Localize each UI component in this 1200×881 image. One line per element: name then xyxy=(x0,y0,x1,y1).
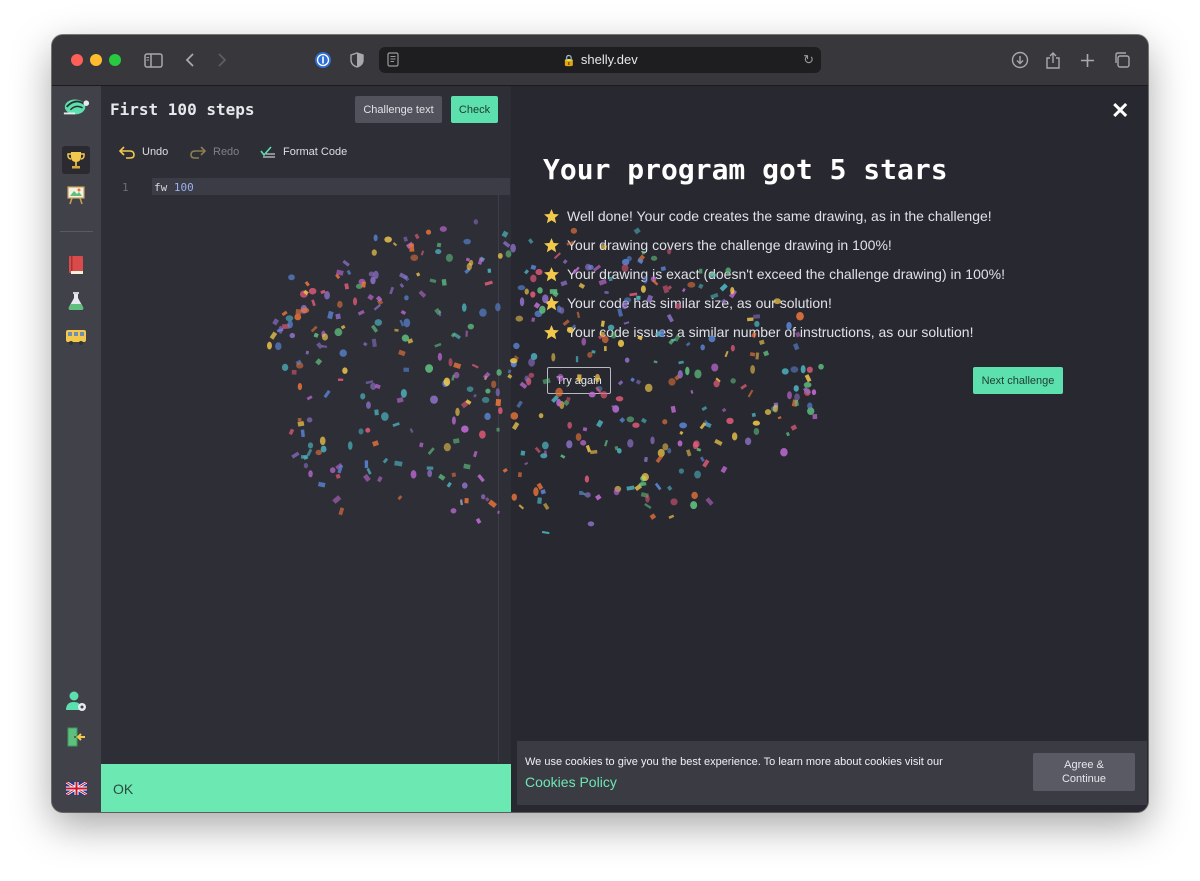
code-keyword: fw xyxy=(154,181,168,194)
star-item: Your drawing covers the challenge drawin… xyxy=(543,235,892,255)
check-button[interactable]: Check xyxy=(451,96,498,123)
url-text: shelly.dev xyxy=(580,52,638,67)
sidebar-divider xyxy=(60,231,93,232)
star-icon xyxy=(544,237,559,252)
share-icon[interactable] xyxy=(1042,49,1064,71)
editor-right-margin xyxy=(498,178,499,762)
cookie-message: We use cookies to give you the best expe… xyxy=(525,752,995,794)
code-line[interactable]: fw 100 xyxy=(154,181,194,194)
address-bar[interactable]: 🔒 shelly.dev ↻ xyxy=(379,47,821,73)
undo-button[interactable]: Undo xyxy=(119,144,168,160)
star-item: Your code issues a similar number of ins… xyxy=(543,322,973,342)
undo-icon xyxy=(119,146,135,159)
new-tab-icon[interactable] xyxy=(1076,49,1098,71)
turtle-logo-icon[interactable] xyxy=(62,92,90,120)
result-panel: ✕ Your program got 5 stars Well done! Yo… xyxy=(511,86,1148,812)
challenge-title: First 100 steps xyxy=(110,100,255,119)
bus-icon[interactable] xyxy=(62,323,90,351)
cookie-text: We use cookies to give you the best expe… xyxy=(525,756,943,768)
download-icon[interactable] xyxy=(1009,49,1031,71)
url-display: 🔒 shelly.dev xyxy=(379,52,821,67)
lock-icon: 🔒 xyxy=(562,55,576,67)
star-text: Your drawing is exact (doesn't exceed th… xyxy=(567,266,1005,282)
star-item: Your code has similar size, as our solut… xyxy=(543,293,832,313)
code-editor-panel: First 100 steps Challenge text Check Und… xyxy=(101,86,511,812)
star-icon xyxy=(544,208,559,223)
undo-label: Undo xyxy=(142,146,169,158)
browser-window: 🔒 shelly.dev ↻ First 100 steps Challenge… xyxy=(52,35,1148,812)
sidebar-icon[interactable] xyxy=(142,49,164,71)
result-title: Your program got 5 stars xyxy=(543,153,948,186)
star-icon xyxy=(544,324,559,339)
flask-icon[interactable] xyxy=(62,287,90,315)
star-text: Your code has similar size, as our solut… xyxy=(567,295,832,311)
app-sidebar xyxy=(52,86,101,812)
agree-continue-button[interactable]: Agree & Continue xyxy=(1033,753,1135,791)
logout-icon[interactable] xyxy=(62,723,90,751)
try-again-button[interactable]: Try again xyxy=(547,367,611,394)
back-icon[interactable] xyxy=(179,49,201,71)
format-code-button[interactable]: Format Code xyxy=(260,144,347,160)
redo-icon xyxy=(190,146,206,159)
star-icon xyxy=(544,295,559,310)
star-item: Well done! Your code creates the same dr… xyxy=(543,206,992,226)
format-code-icon xyxy=(260,146,275,158)
next-challenge-button[interactable]: Next challenge xyxy=(973,367,1063,394)
close-window-button[interactable] xyxy=(71,54,83,66)
code-number: 100 xyxy=(173,181,194,194)
minimize-window-button[interactable] xyxy=(90,54,102,66)
close-icon[interactable]: ✕ xyxy=(1111,100,1129,122)
reload-icon[interactable]: ↻ xyxy=(803,52,814,68)
maximize-window-button[interactable] xyxy=(109,54,121,66)
status-bar: OK xyxy=(101,764,511,812)
star-text: Your code issues a similar number of ins… xyxy=(567,324,974,340)
user-settings-icon[interactable] xyxy=(62,687,90,715)
active-line-highlight xyxy=(152,178,510,195)
redo-button[interactable]: Redo xyxy=(190,144,239,160)
challenge-text-button[interactable]: Challenge text xyxy=(355,96,442,123)
cookies-policy-link[interactable]: Cookies Policy xyxy=(525,774,617,790)
star-text: Your drawing covers the challenge drawin… xyxy=(567,237,892,253)
book-icon[interactable] xyxy=(62,251,90,279)
tab-overview-icon[interactable] xyxy=(1111,49,1133,71)
forward-icon[interactable] xyxy=(211,49,233,71)
trophy-icon[interactable] xyxy=(62,146,90,174)
cookie-banner: We use cookies to give you the best expe… xyxy=(517,741,1147,805)
password-manager-icon[interactable] xyxy=(312,49,334,71)
browser-toolbar: 🔒 shelly.dev ↻ xyxy=(52,35,1148,86)
format-code-label: Format Code xyxy=(283,146,348,158)
status-text: OK xyxy=(113,781,134,797)
easel-icon[interactable] xyxy=(62,181,90,209)
uk-flag-icon[interactable] xyxy=(62,774,90,802)
privacy-shield-icon[interactable] xyxy=(346,49,368,71)
app-area: First 100 steps Challenge text Check Und… xyxy=(52,86,1148,812)
star-icon xyxy=(544,266,559,281)
line-number: 1 xyxy=(122,181,129,194)
star-text: Well done! Your code creates the same dr… xyxy=(567,208,992,224)
redo-label: Redo xyxy=(213,146,240,158)
code-input[interactable]: 1 fw 100 xyxy=(101,178,510,762)
star-item: Your drawing is exact (doesn't exceed th… xyxy=(543,264,1005,284)
